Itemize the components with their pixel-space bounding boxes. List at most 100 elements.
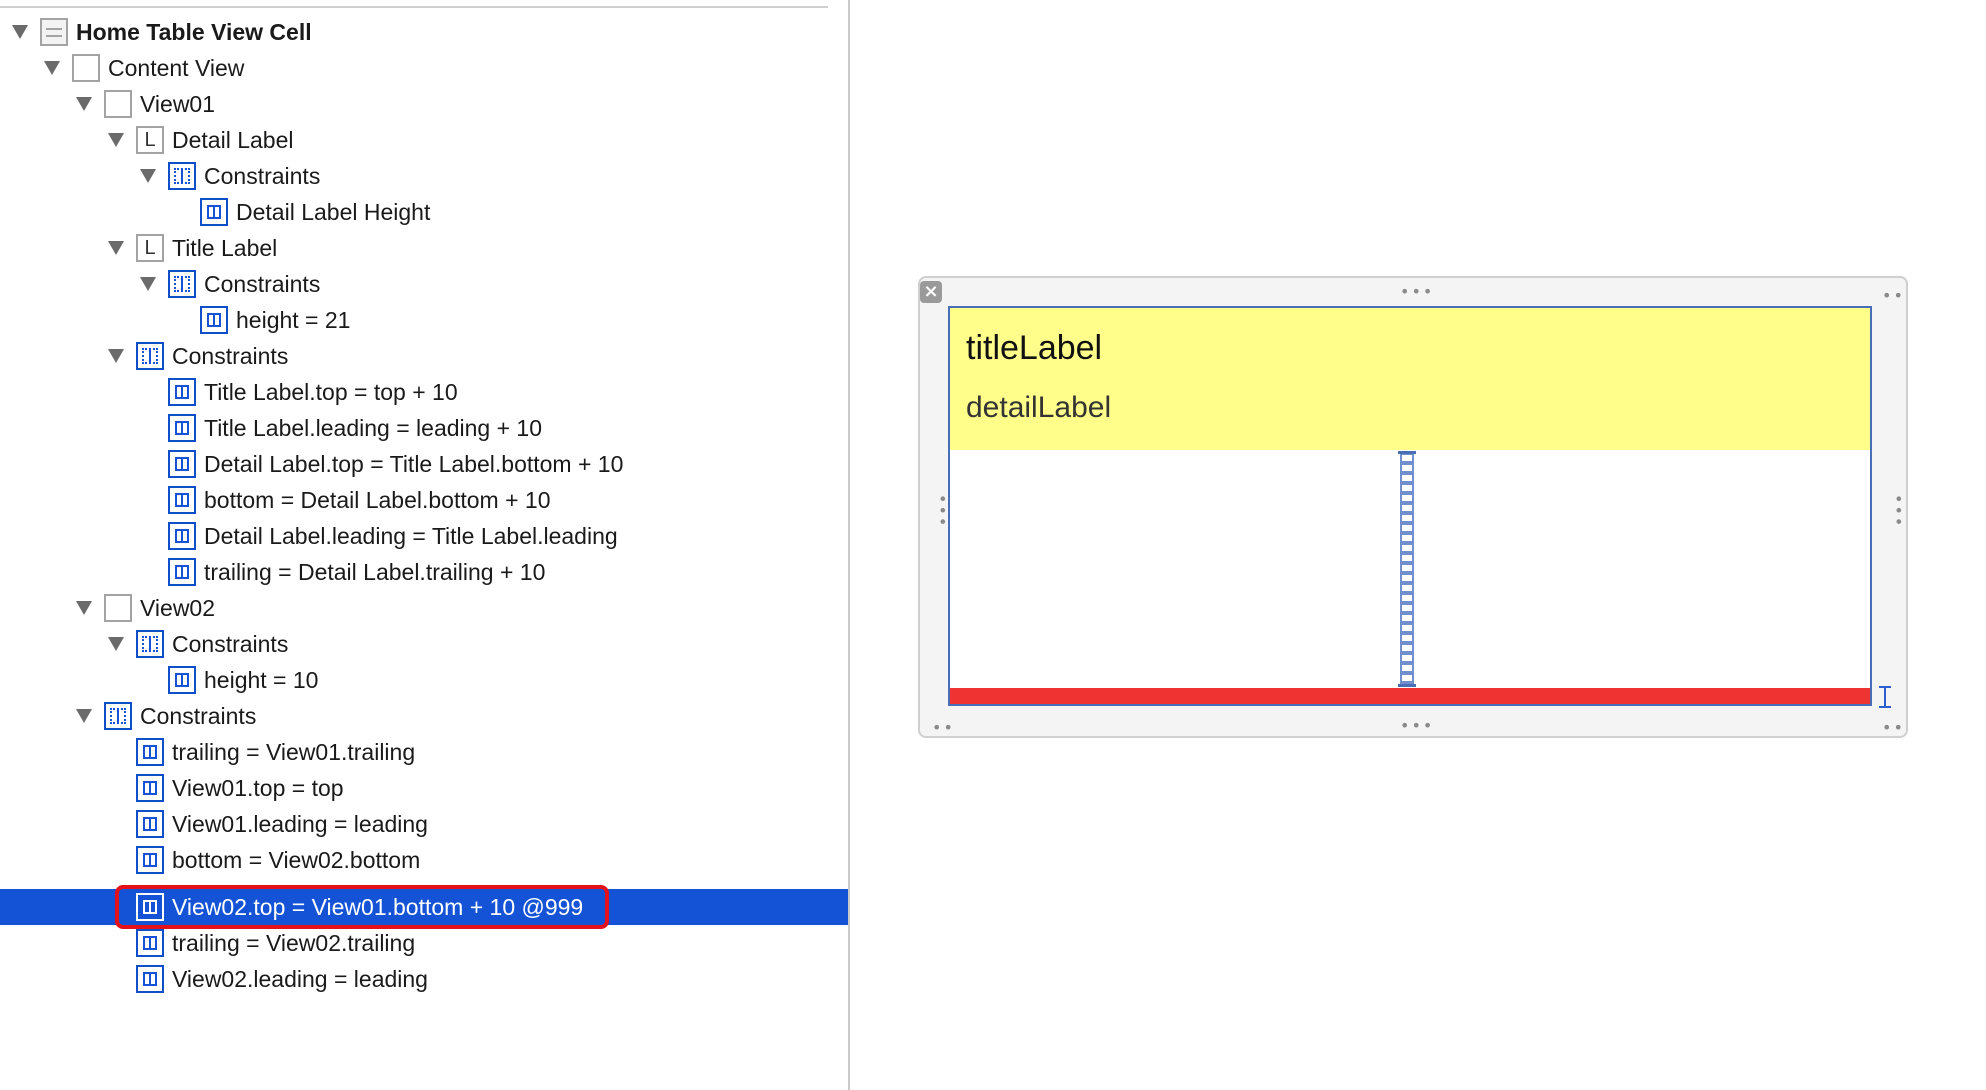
outline-row-constraint[interactable]: Detail Label.top = Title Label.bottom + …	[0, 446, 848, 482]
disclosure-triangle-icon[interactable]	[76, 601, 92, 615]
outline-row-constraint[interactable]: bottom = Detail Label.bottom + 10	[0, 482, 848, 518]
outline-row-constraints[interactable]: Constraints	[0, 698, 848, 734]
outline-row-constraint[interactable]: trailing = View02.trailing	[0, 925, 848, 961]
outline-row-home-table-view-cell[interactable]: Home Table View Cell	[0, 14, 848, 50]
leading-align-constraint-icon	[168, 522, 196, 550]
outline-row-label: View01.leading = leading	[172, 811, 428, 837]
outline-row-label: Constraints	[204, 163, 321, 189]
outline-row-title-label[interactable]: L Title Label	[0, 230, 848, 266]
outline-row-label: height = 10	[204, 667, 319, 693]
outline-row-constraint[interactable]: Detail Label.leading = Title Label.leadi…	[0, 518, 848, 554]
outline-row-label: Detail Label Height	[236, 199, 431, 225]
outline-row-constraint[interactable]: height = 10	[0, 662, 848, 698]
view-icon	[104, 594, 132, 622]
cell-icon	[40, 18, 68, 46]
outline-row-constraint[interactable]: trailing = Detail Label.trailing + 10	[0, 554, 848, 590]
outline-row-label: Detail Label	[172, 127, 294, 153]
selected-vertical-constraint[interactable]	[1398, 451, 1416, 687]
outline-row-view02[interactable]: View02	[0, 590, 848, 626]
disclosure-triangle-icon[interactable]	[108, 349, 124, 363]
outline-row-constraint[interactable]: trailing = View01.trailing	[0, 734, 848, 770]
constraints-group-icon	[136, 630, 164, 658]
outline-row-constraint[interactable]: View01.top = top	[0, 770, 848, 806]
outline-row-label: bottom = Detail Label.bottom + 10	[204, 487, 551, 513]
outline-row-constraint[interactable]: Title Label.top = top + 10	[0, 374, 848, 410]
outline-row-constraint[interactable]: Detail Label Height	[0, 194, 848, 230]
title-label[interactable]: titleLabel	[966, 328, 1102, 368]
detail-label[interactable]: detailLabel	[966, 390, 1111, 426]
constraints-group-icon	[168, 270, 196, 298]
bottom-constraint-icon	[168, 486, 196, 514]
outline-row-detail-label[interactable]: L Detail Label	[0, 122, 848, 158]
resize-handle-top-right-icon[interactable]: ••	[1882, 288, 1905, 304]
outline-top-divider	[0, 6, 828, 8]
view02[interactable]	[950, 688, 1870, 704]
height-constraint-icon	[200, 198, 228, 226]
view-icon	[72, 54, 100, 82]
outline-row-view01[interactable]: View01	[0, 86, 848, 122]
disclosure-triangle-icon[interactable]	[44, 61, 60, 75]
resize-handle-top-icon[interactable]: •••	[1400, 284, 1434, 300]
outline-row-label: Detail Label.leading = Title Label.leadi…	[204, 523, 618, 549]
disclosure-triangle-icon[interactable]	[76, 709, 92, 723]
outline-row-constraints[interactable]: Constraints	[0, 338, 848, 374]
outline-row-label: Title Label	[172, 235, 278, 261]
outline-row-constraint[interactable]: View01.leading = leading	[0, 806, 848, 842]
constraints-group-icon	[104, 702, 132, 730]
outline-row-constraint[interactable]: height = 21	[0, 302, 848, 338]
top-constraint-icon	[136, 774, 164, 802]
outline-row-constraints[interactable]: Constraints	[0, 158, 848, 194]
constraints-group-icon	[168, 162, 196, 190]
outline-row-constraint[interactable]: Title Label.leading = leading + 10	[0, 410, 848, 446]
outline-row-label: Home Table View Cell	[76, 19, 312, 45]
outline-row-label: Constraints	[172, 343, 289, 369]
resize-handle-bottom-left-icon[interactable]: ••	[932, 720, 955, 736]
disclosure-triangle-icon[interactable]	[76, 97, 92, 111]
disclosure-triangle-icon[interactable]	[108, 241, 124, 255]
outline-row-label: bottom = View02.bottom	[172, 847, 421, 873]
outline-row-label: Title Label.top = top + 10	[204, 379, 458, 405]
outline-row-label: height = 21	[236, 307, 351, 333]
outline-row-label: View02.top = View01.bottom + 10 @999	[172, 894, 584, 920]
text-cursor-icon	[1878, 686, 1892, 708]
outline-row-label: Constraints	[172, 631, 289, 657]
trailing-constraint-icon	[136, 929, 164, 957]
outline-row-constraint-selected[interactable]: View02.top = View01.bottom + 10 @999	[0, 889, 848, 925]
resize-handle-bottom-icon[interactable]: •••	[1400, 718, 1434, 734]
resize-handle-right-icon[interactable]: •••	[1889, 494, 1908, 528]
height-constraint-icon	[168, 666, 196, 694]
outline-row-label: trailing = View01.trailing	[172, 739, 416, 765]
resize-handle-bottom-right-icon[interactable]: ••	[1882, 720, 1905, 736]
document-outline: Home Table View Cell Content View View01…	[0, 0, 850, 1090]
vertical-spacing-constraint-icon	[168, 450, 196, 478]
outline-row-label: trailing = View02.trailing	[172, 930, 416, 956]
bottom-constraint-icon	[136, 846, 164, 874]
outline-row-label: Detail Label.top = Title Label.bottom + …	[204, 451, 624, 477]
outline-row-label: Content View	[108, 55, 245, 81]
trailing-constraint-icon	[168, 558, 196, 586]
outline-row-label: Title Label.leading = leading + 10	[204, 415, 543, 441]
outline-row-label: trailing = Detail Label.trailing + 10	[204, 559, 546, 585]
trailing-constraint-icon	[136, 738, 164, 766]
label-icon: L	[136, 234, 164, 262]
view-icon	[104, 90, 132, 118]
outline-row-label: View02	[140, 595, 216, 621]
disclosure-triangle-icon[interactable]	[108, 133, 124, 147]
outline-row-constraints[interactable]: Constraints	[0, 626, 848, 662]
outline-row-constraints[interactable]: Constraints	[0, 266, 848, 302]
outline-row-constraint[interactable]: bottom = View02.bottom	[0, 842, 848, 878]
disclosure-triangle-icon[interactable]	[140, 277, 156, 291]
outline-row-constraint[interactable]: View02.leading = leading	[0, 961, 848, 997]
close-icon[interactable]: ×	[920, 281, 942, 303]
disclosure-triangle-icon[interactable]	[108, 637, 124, 651]
disclosure-triangle-icon[interactable]	[12, 25, 28, 39]
leading-constraint-icon	[168, 414, 196, 442]
top-constraint-icon	[168, 378, 196, 406]
vertical-spacing-constraint-icon	[136, 893, 164, 921]
label-icon: L	[136, 126, 164, 154]
disclosure-triangle-icon[interactable]	[140, 169, 156, 183]
leading-constraint-icon	[136, 810, 164, 838]
height-constraint-icon	[200, 306, 228, 334]
outline-row-label: View02.leading = leading	[172, 966, 428, 992]
outline-row-content-view[interactable]: Content View	[0, 50, 848, 86]
